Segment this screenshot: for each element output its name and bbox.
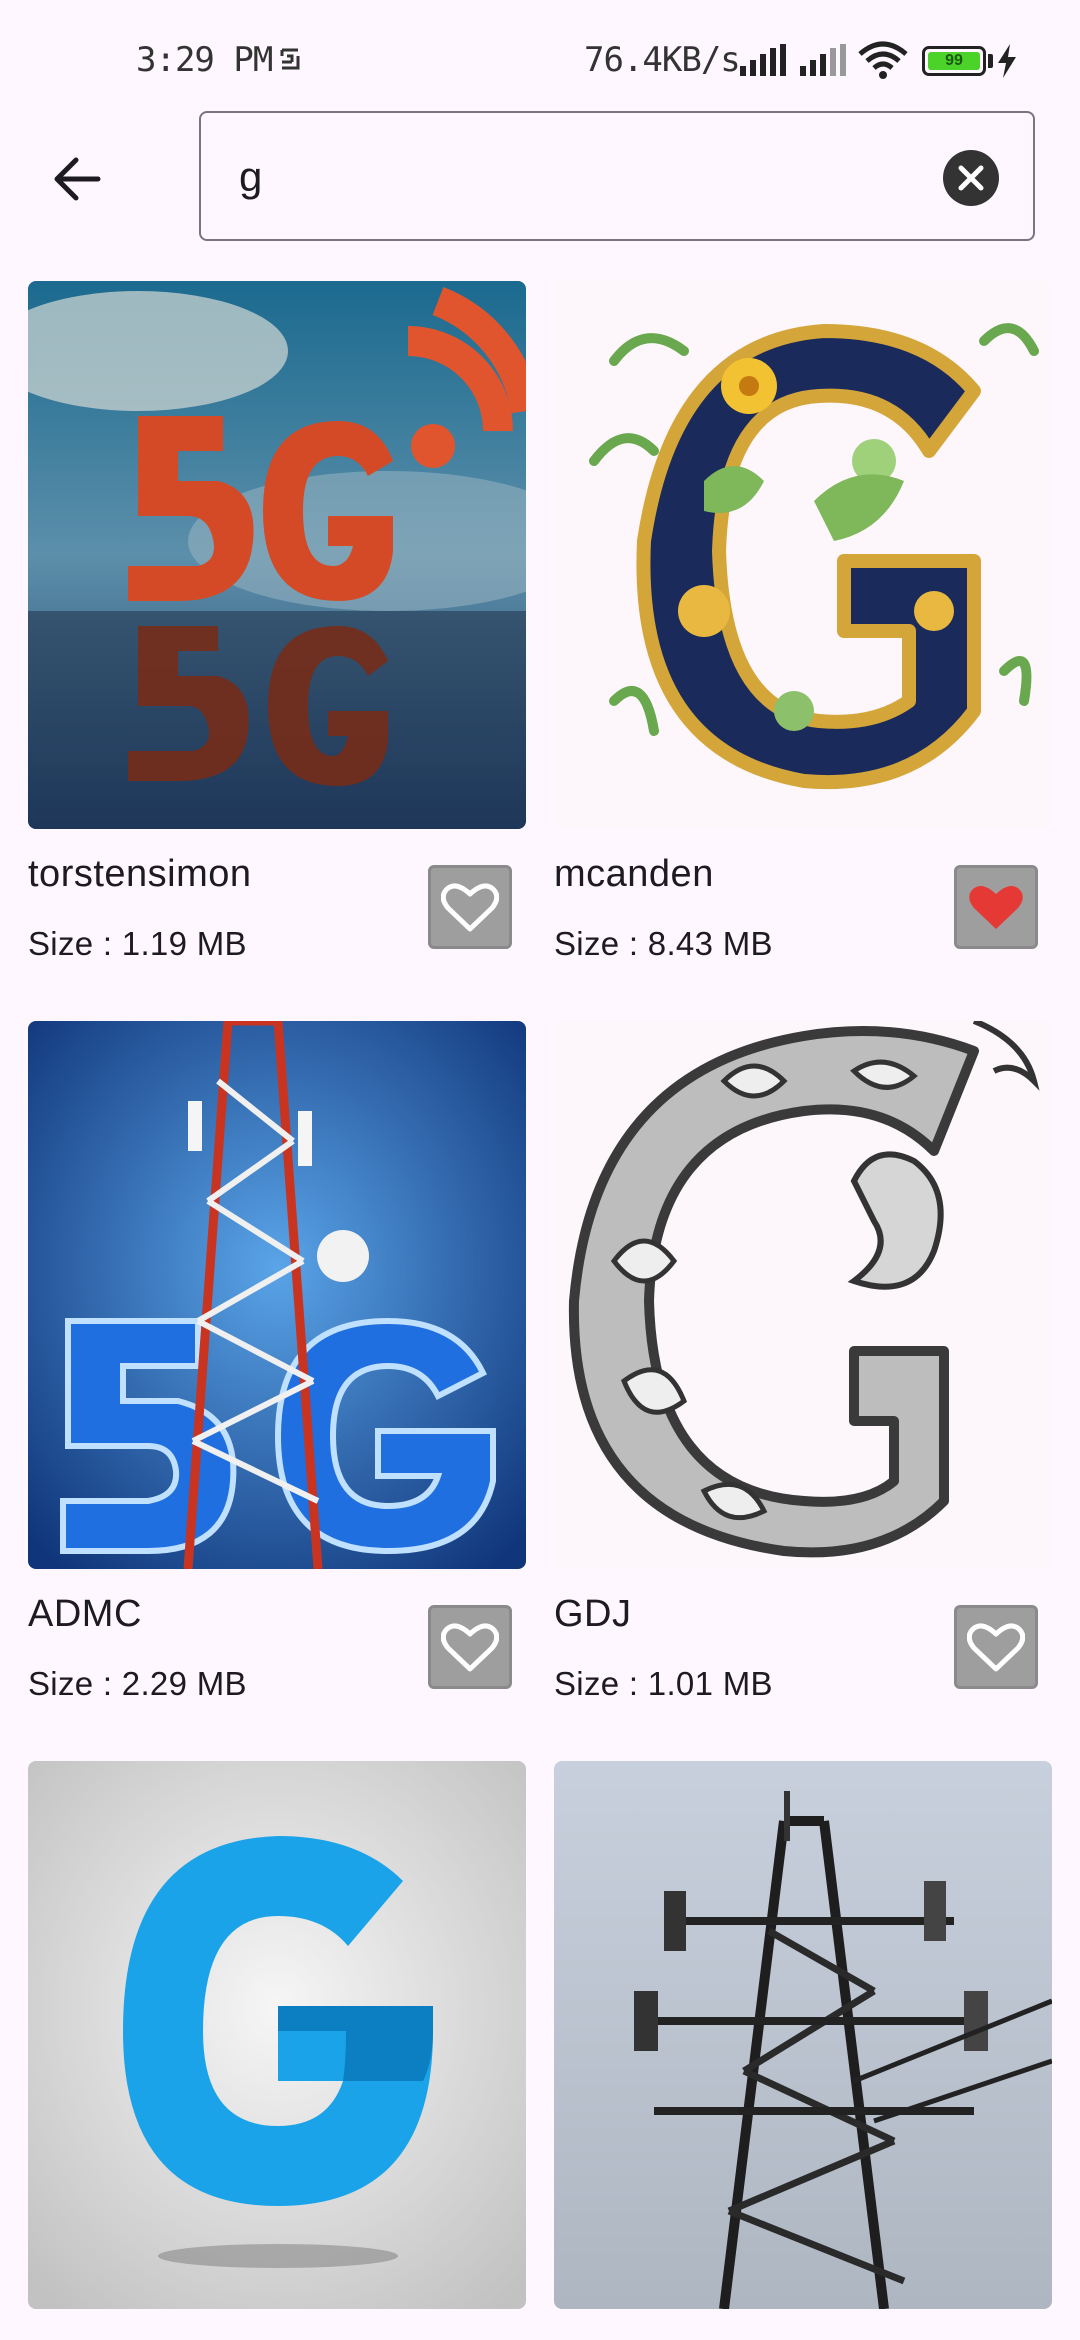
battery-nub xyxy=(988,54,993,68)
heart-outline-icon xyxy=(967,1623,1025,1672)
status-bar: 3:29 PM 76.4KB/s 99 xyxy=(0,0,1080,110)
network-speed: 76.4KB/s xyxy=(584,40,741,80)
favorite-button[interactable] xyxy=(954,865,1038,949)
search-input[interactable] xyxy=(239,143,919,211)
image-thumbnail[interactable] xyxy=(28,281,526,829)
close-icon xyxy=(958,165,984,191)
wifi-icon xyxy=(858,41,908,79)
author-name: ADMC xyxy=(28,1593,142,1635)
image-card[interactable] xyxy=(28,1761,526,2309)
arrow-left-icon xyxy=(54,157,101,201)
favorite-button[interactable] xyxy=(428,865,512,949)
author-name: GDJ xyxy=(554,1593,632,1635)
image-thumbnail[interactable] xyxy=(28,1761,526,2309)
image-card[interactable] xyxy=(554,1761,1052,2309)
clock-sync-icon xyxy=(280,48,300,70)
back-button[interactable] xyxy=(38,140,116,218)
image-thumbnail[interactable] xyxy=(28,1021,526,1569)
favorite-button[interactable] xyxy=(428,1605,512,1689)
image-thumbnail[interactable] xyxy=(554,1761,1052,2309)
image-card[interactable]: ADMC Size : 2.29 MB xyxy=(28,1021,526,1702)
image-thumbnail[interactable] xyxy=(554,1021,1052,1569)
heart-outline-icon xyxy=(441,883,499,932)
battery-icon: 99 xyxy=(922,46,986,76)
heart-outline-icon xyxy=(441,1623,499,1672)
file-size: Size : 1.19 MB xyxy=(28,925,247,962)
image-card[interactable]: GDJ Size : 1.01 MB xyxy=(554,1021,1052,1702)
heart-filled-icon xyxy=(969,885,1023,929)
author-name: torstensimon xyxy=(28,853,252,895)
battery-level: 99 xyxy=(945,52,963,69)
favorite-button[interactable] xyxy=(954,1605,1038,1689)
image-thumbnail[interactable] xyxy=(554,281,1052,829)
image-card[interactable]: torstensimon Size : 1.19 MB xyxy=(28,281,526,962)
file-size: Size : 8.43 MB xyxy=(554,925,773,962)
clear-search-button[interactable] xyxy=(943,150,999,206)
image-card[interactable]: mcanden Size : 8.43 MB xyxy=(554,281,1052,962)
file-size: Size : 2.29 MB xyxy=(28,1665,247,1702)
signal-icon xyxy=(740,44,786,76)
signal-icon xyxy=(800,44,846,76)
search-field[interactable] xyxy=(199,111,1035,241)
charging-bolt-icon xyxy=(998,44,1016,78)
author-name: mcanden xyxy=(554,853,714,895)
file-size: Size : 1.01 MB xyxy=(554,1665,773,1702)
status-time: 3:29 PM xyxy=(136,40,273,80)
